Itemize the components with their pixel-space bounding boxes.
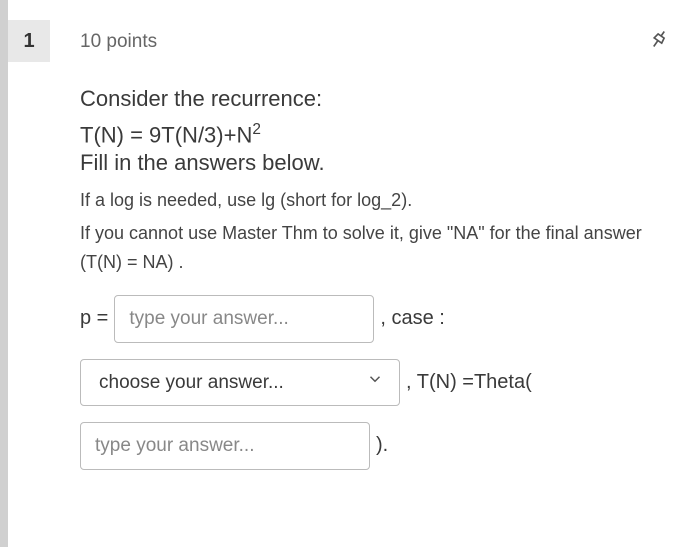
tn-label: , T(N) =Theta(	[406, 371, 532, 394]
close-paren: ).	[376, 434, 388, 457]
theta-input[interactable]	[80, 422, 370, 470]
case-select[interactable]: choose your answer...	[80, 359, 400, 406]
note-log: If a log is needed, use lg (short for lo…	[80, 186, 670, 215]
question-prompt-2: Fill in the answers below.	[80, 150, 670, 176]
case-label: , case :	[380, 307, 444, 330]
p-input[interactable]	[114, 295, 374, 343]
pin-icon[interactable]	[648, 28, 670, 55]
recurrence-formula: T(N) = 9T(N/3)+N2	[80, 121, 670, 148]
p-label: p =	[80, 307, 108, 330]
question-prompt-1: Consider the recurrence:	[80, 83, 670, 115]
question-number: 1	[8, 20, 50, 62]
points-label: 10 points	[80, 31, 157, 53]
note-na: If you cannot use Master Thm to solve it…	[80, 219, 670, 277]
